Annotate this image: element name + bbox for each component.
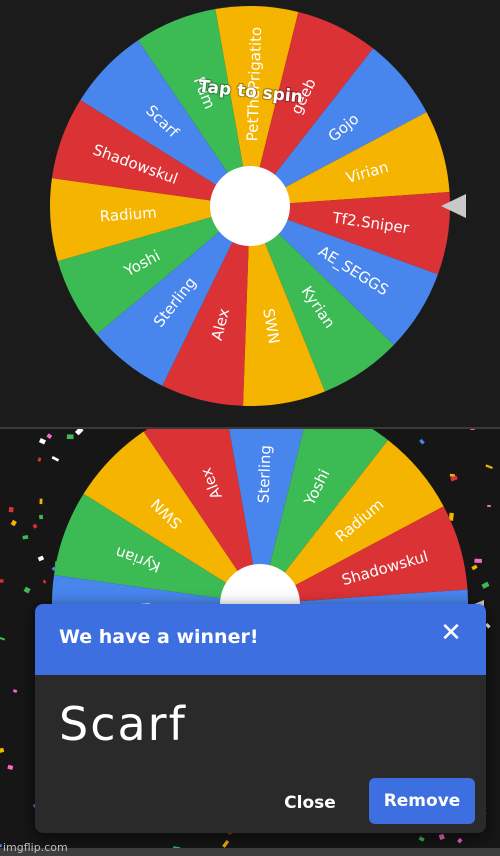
confetti-piece [0, 637, 6, 641]
confetti-piece [46, 433, 53, 439]
spin-wheel[interactable]: PetThePrigatito geebGojoVirianTf2.SniperA… [0, 0, 500, 427]
confetti-piece [23, 586, 31, 594]
confetti-piece [471, 564, 478, 571]
confetti-piece [481, 581, 490, 589]
remove-button[interactable]: Remove [369, 778, 475, 824]
close-button[interactable]: Close [269, 782, 351, 822]
winner-dialog: We have a winner! ✕ Scarf Close Remove [35, 604, 486, 833]
confetti-piece [42, 579, 47, 584]
confetti-piece [12, 689, 18, 694]
confetti-piece [39, 498, 43, 505]
confetti-piece [485, 464, 493, 469]
dialog-title: We have a winner! [59, 626, 259, 648]
confetti-piece [0, 579, 4, 583]
confetti-piece [32, 523, 38, 529]
confetti-piece [457, 837, 463, 844]
confetti-piece [7, 764, 14, 770]
confetti-piece [487, 504, 491, 508]
close-icon[interactable]: ✕ [438, 620, 464, 646]
confetti-piece [22, 535, 29, 540]
confetti-piece [10, 519, 17, 527]
spin-wheel-panel: PetThePrigatito geeb Gojo Virian Tf2.Sniper A… [0, 0, 500, 427]
confetti-piece [38, 438, 47, 445]
confetti-piece [0, 747, 5, 754]
confetti-piece [37, 555, 45, 562]
confetti-piece [438, 833, 445, 840]
confetti-piece [37, 457, 42, 462]
imgflip-watermark: imgflip.com [3, 841, 68, 854]
confetti-piece [222, 839, 230, 848]
confetti-piece [474, 558, 482, 563]
confetti-piece [419, 438, 425, 445]
bottom-strip [0, 848, 500, 856]
confetti-piece [51, 456, 60, 462]
confetti-piece [8, 507, 14, 513]
winner-name: Scarf [59, 697, 187, 751]
confetti-piece [74, 429, 84, 436]
confetti-piece [418, 836, 425, 842]
confetti-piece [66, 434, 74, 440]
wheel-entry-label: Sterling [255, 445, 275, 504]
confetti-piece [38, 514, 44, 520]
confetti-piece [470, 429, 475, 431]
winner-panel: PetThePrigatitogeebGojoVirianTf2.SniperA… [0, 429, 500, 856]
wheel-center[interactable] [210, 166, 290, 246]
dialog-header: We have a winner! ✕ [35, 604, 486, 675]
